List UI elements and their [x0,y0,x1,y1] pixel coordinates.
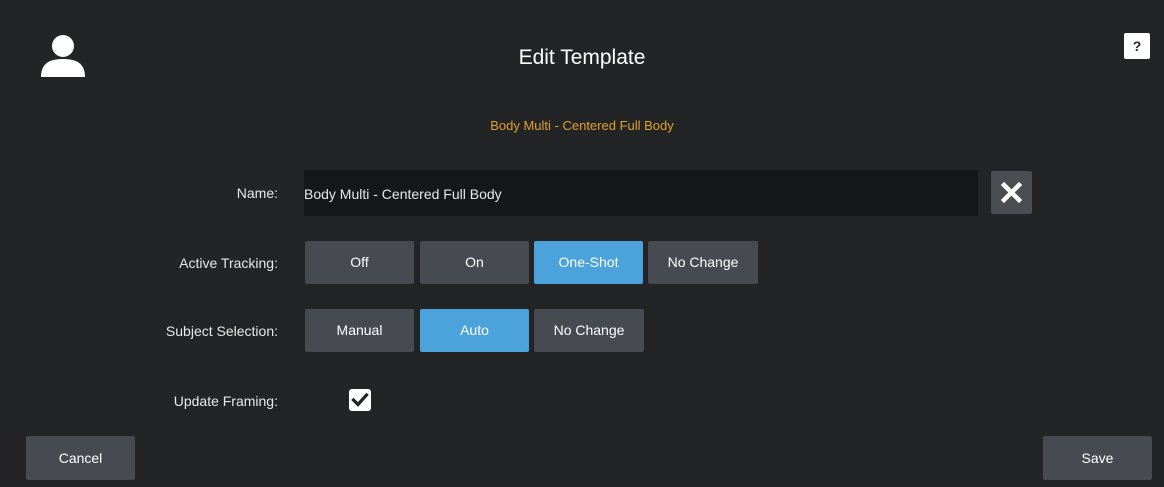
clear-name-button[interactable] [991,171,1032,214]
edit-template-dialog: Edit Template ? Body Multi - Centered Fu… [0,0,1164,487]
template-subtitle: Body Multi - Centered Full Body [490,118,674,133]
update-framing-label: Update Framing: [173,393,278,409]
tracking-no-change-button[interactable]: No Change [648,241,758,284]
tracking-on-button[interactable]: On [420,241,529,284]
subject-auto-button[interactable]: Auto [420,309,529,352]
subject-selection-label: Subject Selection: [165,323,278,339]
save-button[interactable]: Save [1043,436,1152,480]
update-framing-checkbox[interactable] [349,389,371,411]
active-tracking-label: Active Tracking: [179,255,278,271]
subject-no-change-button[interactable]: No Change [534,309,644,352]
subject-manual-button[interactable]: Manual [305,309,414,352]
tracking-one-shot-button[interactable]: One-Shot [534,241,643,284]
name-field[interactable]: Body Multi - Centered Full Body [304,170,978,216]
close-icon [1000,181,1023,204]
cancel-button[interactable]: Cancel [26,436,135,480]
checkmark-icon [351,392,369,407]
name-label: Name: [236,185,278,201]
help-button[interactable]: ? [1124,33,1150,59]
tracking-off-button[interactable]: Off [305,241,414,284]
page-title: Edit Template [518,46,646,69]
name-field-value: Body Multi - Centered Full Body [304,186,502,202]
